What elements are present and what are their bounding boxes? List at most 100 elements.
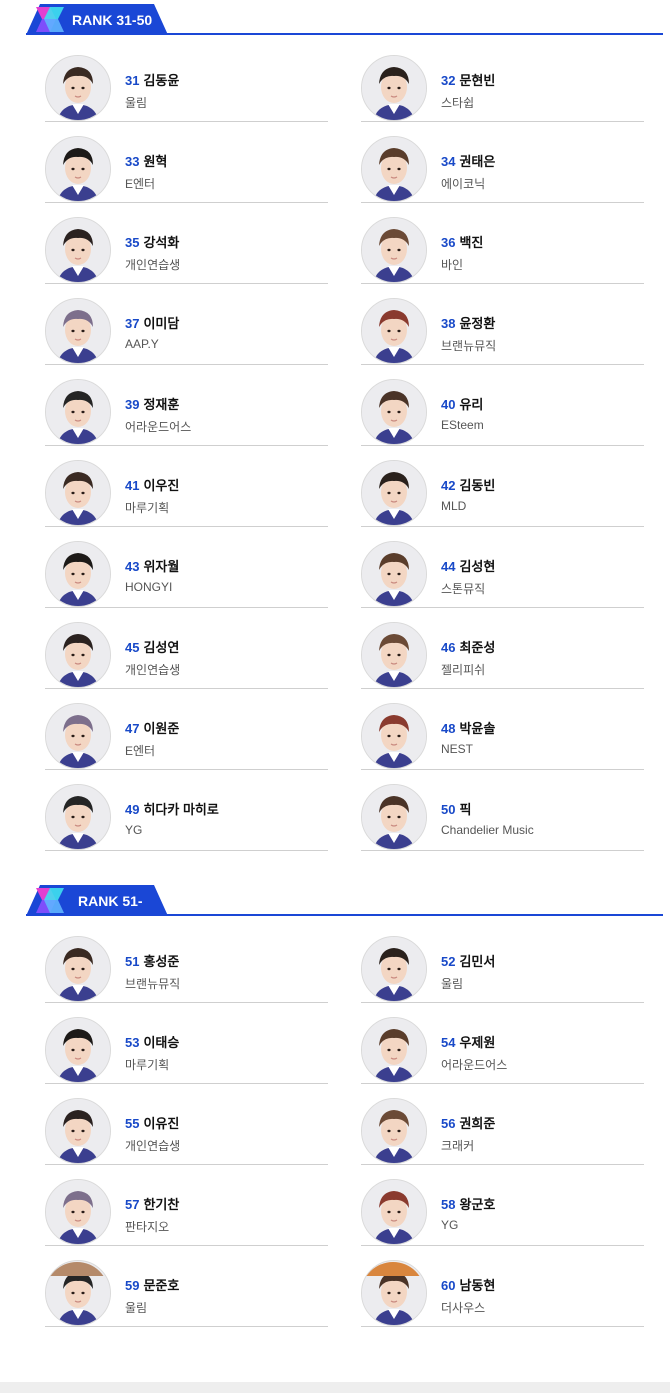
- trainee-photo-icon[interactable]: [45, 298, 111, 364]
- trainee-photo-icon[interactable]: [361, 1179, 427, 1245]
- trainee-card[interactable]: 45 김성연 개인연습생: [45, 608, 328, 689]
- trainee-photo-icon[interactable]: [45, 460, 111, 526]
- trainee-rank-name[interactable]: 58 왕군호: [441, 1194, 495, 1213]
- trainee-photo-icon[interactable]: [361, 936, 427, 1002]
- trainee-photo-icon[interactable]: [361, 298, 427, 364]
- trainee-photo-icon[interactable]: [45, 1098, 111, 1164]
- trainee-photo-icon[interactable]: [45, 703, 111, 769]
- trainee-photo-icon[interactable]: [361, 217, 427, 283]
- trainee-rank-name[interactable]: 34 권태은: [441, 151, 495, 170]
- trainee-rank-name[interactable]: 44 김성현: [441, 556, 495, 575]
- trainee-card[interactable]: 53 이태승 마루기획: [45, 1003, 328, 1084]
- trainee-rank-name[interactable]: 49 히다카 마히로: [125, 799, 219, 818]
- trainee-rank-name[interactable]: 33 원혁: [125, 151, 167, 170]
- trainee-rank-name[interactable]: 46 최준성: [441, 637, 495, 656]
- trainee-rank-name[interactable]: 32 문현빈: [441, 70, 495, 89]
- trainee-card[interactable]: 49 히다카 마히로 YG: [45, 770, 328, 851]
- trainee-rank-name[interactable]: 59 문준호: [125, 1275, 179, 1294]
- trainee-card[interactable]: 32 문현빈 스타쉽: [361, 41, 644, 122]
- trainee-photo-icon[interactable]: [361, 784, 427, 850]
- trainee-rank-name[interactable]: 56 권희준: [441, 1113, 495, 1132]
- trainee-photo-icon[interactable]: [361, 541, 427, 607]
- trainee-card[interactable]: 34 권태은 에이코닉: [361, 122, 644, 203]
- trainee-card[interactable]: 37 이미담 AAP.Y: [45, 284, 328, 365]
- trainee-rank-name[interactable]: 43 위자월: [125, 556, 179, 575]
- trainee-rank-name[interactable]: 54 우제원: [441, 1032, 507, 1051]
- trainee-rank-name[interactable]: 31 김동윤: [125, 70, 179, 89]
- trainee-rank-name[interactable]: 50 픽: [441, 799, 534, 818]
- trainee-card[interactable]: 35 강석화 개인연습생: [45, 203, 328, 284]
- trainee-card[interactable]: 43 위자월 HONGYI: [45, 527, 328, 608]
- trainee-card[interactable]: 60 남동현 더사우스: [361, 1246, 644, 1327]
- trainee-photo-icon[interactable]: [45, 622, 111, 688]
- trainee-photo-icon[interactable]: [45, 136, 111, 202]
- trainee-card[interactable]: 39 정재훈어라운드어스: [45, 365, 328, 446]
- trainee-name: 픽: [459, 802, 472, 817]
- trainee-card[interactable]: 58 왕군호 YG: [361, 1165, 644, 1246]
- trainee-rank-name[interactable]: 47 이원준: [125, 718, 179, 737]
- rank-number: 39: [125, 397, 140, 412]
- trainee-card[interactable]: 40 유리 ESteem: [361, 365, 644, 446]
- trainee-rank-name[interactable]: 37 이미담: [125, 313, 179, 332]
- trainee-name: 강석화: [143, 235, 180, 250]
- trainee-card[interactable]: 38 윤정환 브랜뉴뮤직: [361, 284, 644, 365]
- trainee-card[interactable]: 50 픽 Chandelier Music: [361, 770, 644, 851]
- rank-number: 46: [441, 640, 456, 655]
- trainee-card[interactable]: 56 권희준 크래커: [361, 1084, 644, 1165]
- trainee-name: 박윤솔: [459, 721, 496, 736]
- trainee-agency: 어라운드어스: [125, 420, 192, 434]
- trainee-rank-name[interactable]: 55 이유진: [125, 1113, 180, 1132]
- trainee-card[interactable]: 59 문준호 울림: [45, 1246, 328, 1327]
- trainee-rank-name[interactable]: 38 윤정환: [441, 313, 496, 332]
- trainee-rank-name[interactable]: 51 홍성준: [125, 951, 180, 970]
- trainee-card[interactable]: 51 홍성준 브랜뉴뮤직: [45, 922, 328, 1003]
- trainee-photo-icon[interactable]: [361, 1017, 427, 1083]
- trainee-rank-name[interactable]: 45 김성연: [125, 637, 180, 656]
- trainee-card[interactable]: 54 우제원 어라운드어스: [361, 1003, 644, 1084]
- rank-number: 49: [125, 802, 140, 817]
- rank-number: 41: [125, 478, 140, 493]
- trainee-rank-name[interactable]: 48 박윤솔: [441, 718, 495, 737]
- trainee-photo-icon[interactable]: [361, 136, 427, 202]
- trainee-photo-icon[interactable]: [361, 379, 427, 445]
- trainee-rank-name[interactable]: 57 한기찬: [125, 1194, 179, 1213]
- trainee-rank-name[interactable]: 60 남동현: [441, 1275, 495, 1294]
- trainee-card[interactable]: 44 김성현 스톤뮤직: [361, 527, 644, 608]
- trainee-photo-icon[interactable]: [45, 379, 111, 445]
- trainee-photo-icon[interactable]: [45, 1179, 111, 1245]
- trainee-card[interactable]: 47 이원준 E엔터: [45, 689, 328, 770]
- trainee-rank-name[interactable]: 52 김민서: [441, 951, 495, 970]
- trainee-card[interactable]: 31 김동윤울림: [45, 41, 328, 122]
- trainee-photo-icon[interactable]: [45, 217, 111, 283]
- trainee-photo-icon[interactable]: [361, 1098, 427, 1164]
- trainee-photo-icon[interactable]: [45, 936, 111, 1002]
- trainee-card[interactable]: 55 이유진 개인연습생: [45, 1084, 328, 1165]
- trainee-card[interactable]: 46 최준성 젤리피쉬: [361, 608, 644, 689]
- trainee-rank-name[interactable]: 53 이태승: [125, 1032, 179, 1051]
- trainee-rank-name[interactable]: 35 강석화: [125, 232, 180, 251]
- trainee-card[interactable]: 48 박윤솔 NEST: [361, 689, 644, 770]
- trainee-card[interactable]: 42 김동빈 MLD: [361, 446, 644, 527]
- trainee-photo-icon[interactable]: [45, 55, 111, 121]
- trainee-card[interactable]: 41 이우진 마루기획: [45, 446, 328, 527]
- trainee-rank-name[interactable]: 41 이우진: [125, 475, 179, 494]
- trainee-photo-icon[interactable]: [45, 784, 111, 850]
- rank-number: 35: [125, 235, 140, 250]
- rank-number: 56: [441, 1116, 456, 1131]
- trainee-agency: 울림: [125, 96, 148, 110]
- trainee-rank-name[interactable]: 40 유리: [441, 394, 484, 413]
- trainee-card[interactable]: 52 김민서 울림: [361, 922, 644, 1003]
- trainee-photo-icon[interactable]: [361, 622, 427, 688]
- trainee-card[interactable]: 36 백진 바인: [361, 203, 644, 284]
- trainee-photo-icon[interactable]: [361, 703, 427, 769]
- trainee-photo-icon[interactable]: [361, 55, 427, 121]
- trainee-photo-icon[interactable]: [45, 1017, 111, 1083]
- trainee-rank-name[interactable]: 39 정재훈: [125, 394, 191, 413]
- rank-number: 48: [441, 721, 456, 736]
- trainee-photo-icon[interactable]: [45, 541, 111, 607]
- trainee-photo-icon[interactable]: [361, 460, 427, 526]
- trainee-card[interactable]: 57 한기찬 판타지오: [45, 1165, 328, 1246]
- trainee-rank-name[interactable]: 36 백진: [441, 232, 483, 251]
- trainee-card[interactable]: 33 원혁 E엔터: [45, 122, 328, 203]
- trainee-rank-name[interactable]: 42 김동빈: [441, 475, 495, 494]
